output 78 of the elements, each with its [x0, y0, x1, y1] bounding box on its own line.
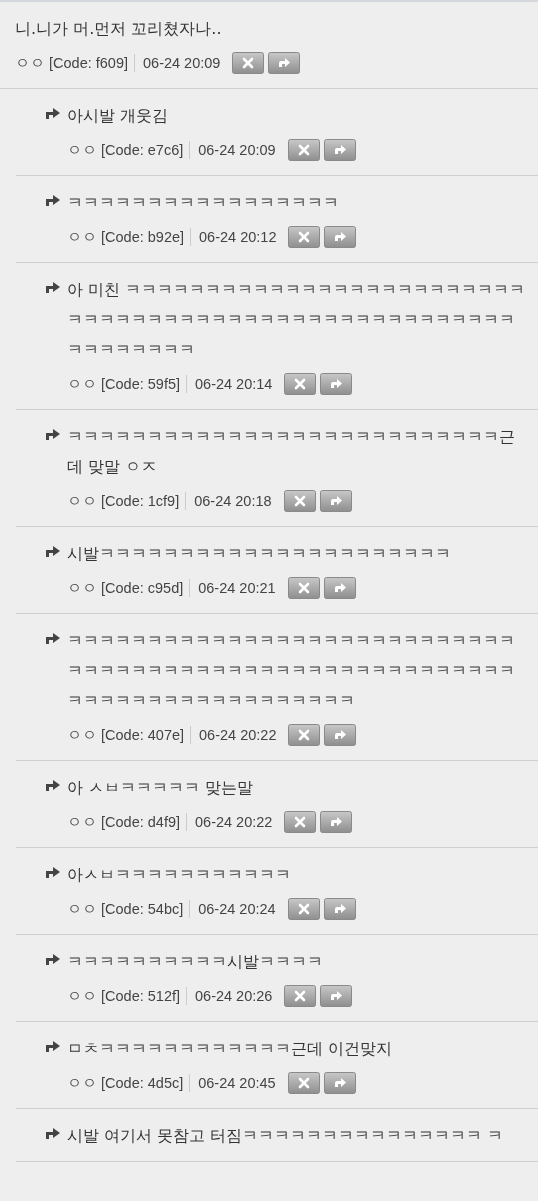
reply-button[interactable] [324, 226, 357, 248]
comment-code: [Code: 4d5c] [101, 1075, 184, 1091]
delete-button[interactable] [287, 139, 320, 161]
comment-text: 시발 여기서 못참고 터짐ㅋㅋㅋㅋㅋㅋㅋㅋㅋㅋㅋㅋㅋㅋㅋ ㅋ [67, 1126, 504, 1145]
comment-text: ㅋㅋㅋㅋㅋㅋㅋㅋㅋㅋㅋㅋㅋㅋㅋㅋㅋㅋㅋㅋㅋㅋㅋㅋㅋㅋㅋㅋㅋㅋㅋㅋㅋㅋㅋㅋㅋㅋㅋㅋㅋㅋㅋㅋㅋㅋㅋㅋㅋㅋㅋㅋㅋㅋㅋㅋㅋㅋㅋㅋㅋㅋㅋㅋㅋㅋㅋㅋㅋㅋㅋㅋㅋㅋ [67, 631, 515, 710]
comment-text: 아ㅅㅂㅋㅋㅋㅋㅋㅋㅋㅋㅋㅋㅋ [67, 865, 291, 884]
comment-code: [Code: b92e] [101, 229, 185, 245]
comment-text: 아시발 개웃김 [67, 106, 169, 125]
comment-time: 06-24 20:09 [198, 142, 276, 158]
delete-button[interactable] [284, 373, 317, 395]
reply-button[interactable] [320, 373, 353, 395]
comment-time: 06-24 20:22 [195, 814, 273, 830]
comment-author: ㅇㅇ [67, 491, 97, 511]
comment-code: [Code: e7c6] [101, 142, 184, 158]
comment-author: ㅇㅇ [67, 578, 97, 598]
delete-button[interactable] [283, 490, 316, 512]
comment-time: 06-24 20:09 [143, 55, 221, 71]
reply-button[interactable] [323, 898, 356, 920]
comment-code: [Code: 59f5] [101, 376, 180, 392]
delete-button[interactable] [288, 724, 321, 746]
comment-time: 06-24 20:22 [199, 727, 277, 743]
comment-code: [Code: 1cf9] [101, 493, 180, 509]
reply-button[interactable] [319, 490, 352, 512]
comment-time: 06-24 20:14 [195, 376, 273, 392]
comment-code: [Code: d4f9] [101, 814, 180, 830]
comment-time: 06-24 20:18 [194, 493, 272, 509]
comment-time: 06-24 20:24 [198, 901, 276, 917]
comment-code: [Code: c95d] [101, 580, 184, 596]
comment-author: ㅇㅇ [67, 812, 97, 832]
comment-author: ㅇㅇ [15, 53, 45, 73]
comment-text: ㅋㅋㅋㅋㅋㅋㅋㅋㅋㅋㅋㅋㅋㅋㅋㅋㅋㅋㅋㅋㅋㅋㅋㅋㅋㅋㅋ근데 맞말 ㅇㅈ [67, 427, 515, 476]
delete-button[interactable] [232, 52, 265, 74]
delete-button[interactable] [284, 811, 317, 833]
reply-button[interactable] [320, 811, 353, 833]
comment-code: [Code: f609] [49, 55, 128, 71]
comment-text: ㅁㅊㅋㅋㅋㅋㅋㅋㅋㅋㅋㅋㅋㅋ근데 이건맞지 [67, 1039, 393, 1058]
comment-code: [Code: 407e] [101, 727, 185, 743]
comment-text: 시발ㅋㅋㅋㅋㅋㅋㅋㅋㅋㅋㅋㅋㅋㅋㅋㅋㅋㅋㅋㅋㅋㅋ [67, 544, 451, 563]
comment-author: ㅇㅇ [67, 227, 97, 247]
reply-arrow-icon [46, 428, 60, 440]
reply-button[interactable] [323, 139, 356, 161]
comment-text: ㅋㅋㅋㅋㅋㅋㅋㅋㅋㅋ시발ㅋㅋㅋㅋ [67, 952, 323, 971]
comment-text: 아 ㅅㅂㅋㅋㅋㅋㅋ 맞는말 [67, 778, 254, 797]
comment-author: ㅇㅇ [67, 140, 97, 160]
reply-arrow-icon [46, 107, 60, 119]
reply-button[interactable] [320, 985, 353, 1007]
comment-author: ㅇㅇ [67, 986, 97, 1006]
delete-button[interactable] [287, 1072, 320, 1094]
reply-arrow-icon [46, 545, 60, 557]
reply-arrow-icon [46, 632, 60, 644]
reply-button[interactable] [268, 52, 301, 74]
reply-arrow-icon [46, 194, 60, 206]
reply-arrow-icon [46, 1127, 60, 1139]
delete-button[interactable] [287, 898, 320, 920]
comment-text: 아 미친 ㅋㅋㅋㅋㅋㅋㅋㅋㅋㅋㅋㅋㅋㅋㅋㅋㅋㅋㅋㅋㅋㅋㅋㅋㅋㅋㅋㅋㅋㅋㅋㅋㅋㅋㅋㅋㅋㅋㅋㅋㅋㅋㅋㅋㅋㅋㅋㅋㅋㅋㅋㅋㅋㅋㅋㅋㅋㅋㅋㅋㅋ [67, 280, 526, 359]
reply-button[interactable] [323, 577, 356, 599]
comment-text: 니.니가 머.먼저 꼬리쳤자나.. [15, 19, 222, 38]
comment-text: ㅋㅋㅋㅋㅋㅋㅋㅋㅋㅋㅋㅋㅋㅋㅋㅋㅋ [67, 193, 339, 212]
reply-button[interactable] [324, 724, 357, 746]
comment-time: 06-24 20:12 [199, 229, 277, 245]
comment-code: [Code: 54bc] [101, 901, 184, 917]
reply-arrow-icon [46, 779, 60, 791]
delete-button[interactable] [284, 985, 317, 1007]
comment-author: ㅇㅇ [67, 725, 97, 745]
reply-arrow-icon [46, 1040, 60, 1052]
comment-code: [Code: 512f] [101, 988, 180, 1004]
comment-author: ㅇㅇ [67, 1073, 97, 1093]
delete-button[interactable] [288, 226, 321, 248]
comment-author: ㅇㅇ [67, 374, 97, 394]
comment-time: 06-24 20:21 [198, 580, 276, 596]
reply-arrow-icon [46, 866, 60, 878]
reply-button[interactable] [323, 1072, 356, 1094]
comment-time: 06-24 20:45 [198, 1075, 276, 1091]
delete-button[interactable] [287, 577, 320, 599]
reply-arrow-icon [46, 281, 60, 293]
reply-arrow-icon [46, 953, 60, 965]
comment-author: ㅇㅇ [67, 899, 97, 919]
comment-time: 06-24 20:26 [195, 988, 273, 1004]
